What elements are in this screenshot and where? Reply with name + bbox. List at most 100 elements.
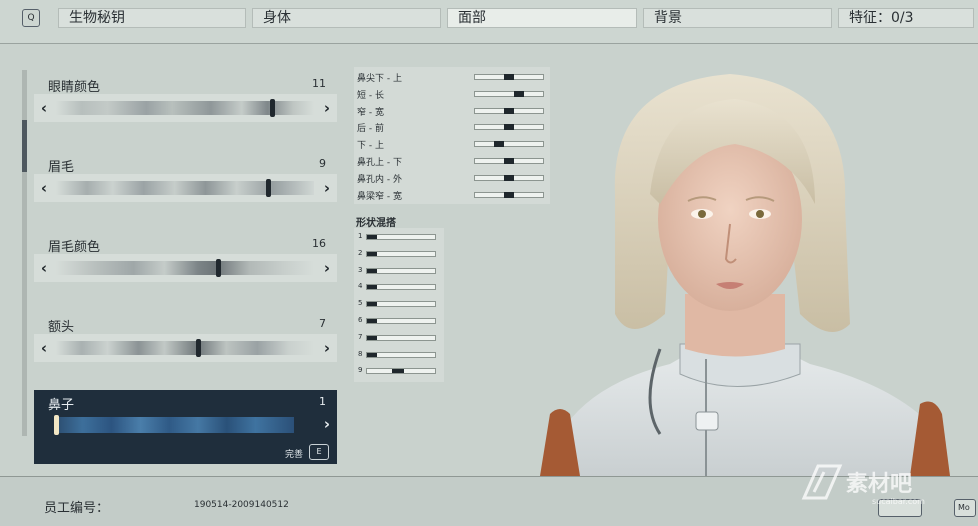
- swatch-track[interactable]: [56, 179, 314, 197]
- slider-label: 后 - 前: [357, 124, 384, 135]
- nose-slider-row[interactable]: 鼻孔上 - 下: [354, 153, 550, 170]
- nose-slider-row[interactable]: 下 - 上: [354, 136, 550, 153]
- swatch-track[interactable]: [56, 259, 314, 277]
- blend-slider-fill: [367, 268, 378, 273]
- blend-slider-fill: [367, 302, 378, 307]
- slider-label: 鼻尖下 - 上: [357, 74, 402, 84]
- chevron-left-icon[interactable]: ‹: [37, 336, 51, 360]
- slider-knob[interactable]: [504, 191, 514, 198]
- tab-traits[interactable]: 特征：0/3: [838, 8, 974, 28]
- tab-bio-key[interactable]: 生物秘钥: [58, 8, 246, 28]
- item-value: 11: [312, 77, 326, 90]
- nose-slider-row[interactable]: 鼻梁窄 - 宽: [354, 187, 550, 204]
- swatch-track[interactable]: [54, 415, 294, 435]
- nose-slider-row[interactable]: 鼻尖下 - 上: [354, 69, 550, 86]
- blend-slider-row[interactable]: 8: [354, 347, 444, 364]
- blend-row-label: 8: [358, 349, 363, 358]
- tab-face[interactable]: 面部: [447, 8, 637, 28]
- item-label: 眼睛颜色: [48, 80, 101, 95]
- nose-slider-row[interactable]: 后 - 前: [354, 119, 550, 136]
- slider-knob[interactable]: [504, 74, 514, 80]
- blend-slider-track[interactable]: [366, 234, 436, 240]
- blend-slider-fill: [367, 251, 378, 256]
- blend-slider-row[interactable]: 9: [354, 363, 444, 380]
- tab-body[interactable]: 身体: [252, 8, 441, 28]
- slider-label: 短 - 长: [357, 90, 384, 101]
- item-label: 额头: [48, 320, 75, 335]
- slider-knob[interactable]: [504, 124, 514, 131]
- blend-slider-track[interactable]: [366, 334, 436, 341]
- item-label: 眉毛: [48, 160, 75, 175]
- blend-slider-fill: [367, 352, 378, 357]
- chevron-right-icon[interactable]: ›: [320, 412, 334, 436]
- nose-slider-row[interactable]: 窄 - 宽: [354, 103, 550, 120]
- swatch-track[interactable]: [56, 339, 314, 357]
- blend-row-label: 2: [358, 248, 363, 257]
- blend-slider-fill: [367, 335, 378, 340]
- selection-marker: [270, 99, 275, 117]
- slider-knob[interactable]: [504, 174, 514, 181]
- swatch-track[interactable]: [56, 99, 314, 117]
- blend-slider-track[interactable]: [366, 267, 436, 274]
- blend-slider-track[interactable]: [366, 301, 436, 308]
- e-key-hint[interactable]: E: [309, 444, 329, 460]
- slider-knob[interactable]: [493, 141, 504, 148]
- blend-slider-row[interactable]: 1: [354, 229, 444, 246]
- blend-row-label: 5: [358, 299, 363, 308]
- shape-blend-panel: 1 2 3 4 5 6 7 8 9: [354, 228, 444, 382]
- selection-marker: [266, 179, 271, 197]
- done-label: 完善: [284, 450, 303, 460]
- employee-id-value: 190514-2009140512: [194, 500, 289, 510]
- list-item-nose[interactable]: 鼻子 1 › 完善 E: [34, 390, 337, 464]
- list-scrollbar-thumb[interactable]: [22, 120, 27, 172]
- blend-slider-row[interactable]: 7: [354, 330, 444, 347]
- list-item-eye-color[interactable]: 眼睛颜色 11 ‹ ›: [34, 72, 337, 124]
- blend-slider-track[interactable]: [366, 318, 436, 324]
- character-portrait[interactable]: [530, 44, 978, 476]
- blend-slider-row[interactable]: 6: [354, 313, 444, 330]
- slider-knob[interactable]: [514, 90, 525, 97]
- blend-slider-fill: [367, 319, 378, 323]
- item-label: 鼻子: [48, 398, 75, 413]
- item-value: 1: [319, 395, 326, 408]
- nose-slider-row[interactable]: 短 - 长: [354, 86, 550, 103]
- selection-marker: [196, 339, 201, 357]
- tab-background[interactable]: 背景: [643, 8, 832, 28]
- list-item-forehead[interactable]: 额头 7 ‹ ›: [34, 312, 337, 364]
- item-value: 16: [312, 237, 326, 250]
- chevron-right-icon[interactable]: ›: [320, 96, 334, 120]
- chevron-left-icon[interactable]: ‹: [37, 256, 51, 280]
- more-button[interactable]: Mo: [954, 499, 976, 517]
- q-key-hint[interactable]: Q: [22, 9, 40, 27]
- watermark-url: sucaibar.com: [872, 497, 925, 506]
- slider-knob[interactable]: [504, 158, 514, 164]
- shape-blend-title: 形状混搭: [356, 218, 396, 229]
- chevron-right-icon[interactable]: ›: [320, 176, 334, 200]
- blend-row-label: 9: [358, 366, 363, 375]
- slider-label: 鼻孔内 - 外: [357, 174, 402, 185]
- blend-row-label: 1: [358, 232, 363, 240]
- chevron-right-icon[interactable]: ›: [320, 256, 334, 280]
- blend-slider-track[interactable]: [366, 250, 436, 257]
- blend-slider-fill: [367, 285, 378, 290]
- item-label: 眉毛颜色: [48, 240, 101, 255]
- list-item-eyebrow-color[interactable]: 眉毛颜色 16 ‹ ›: [34, 232, 337, 284]
- blend-slider-track[interactable]: [366, 284, 436, 291]
- list-item-eyebrows[interactable]: 眉毛 9 ‹ ›: [34, 152, 337, 204]
- chevron-right-icon[interactable]: ›: [320, 336, 334, 360]
- blend-row-label: 4: [358, 282, 363, 291]
- blend-slider-row[interactable]: 2: [354, 246, 444, 263]
- slider-label: 窄 - 宽: [357, 107, 384, 118]
- blend-row-label: 7: [358, 332, 363, 341]
- slider-knob[interactable]: [504, 107, 514, 114]
- blend-slider-row[interactable]: 4: [354, 279, 444, 296]
- blend-row-label: 3: [358, 265, 363, 274]
- nose-slider-row[interactable]: 鼻孔内 - 外: [354, 170, 550, 187]
- chevron-left-icon[interactable]: ‹: [37, 96, 51, 120]
- blend-slider-row[interactable]: 3: [354, 263, 444, 280]
- blend-slider-row[interactable]: 5: [354, 296, 444, 313]
- selection-marker: [54, 415, 59, 435]
- chevron-left-icon[interactable]: ‹: [37, 176, 51, 200]
- blend-slider-track[interactable]: [366, 368, 436, 375]
- blend-slider-track[interactable]: [366, 351, 436, 358]
